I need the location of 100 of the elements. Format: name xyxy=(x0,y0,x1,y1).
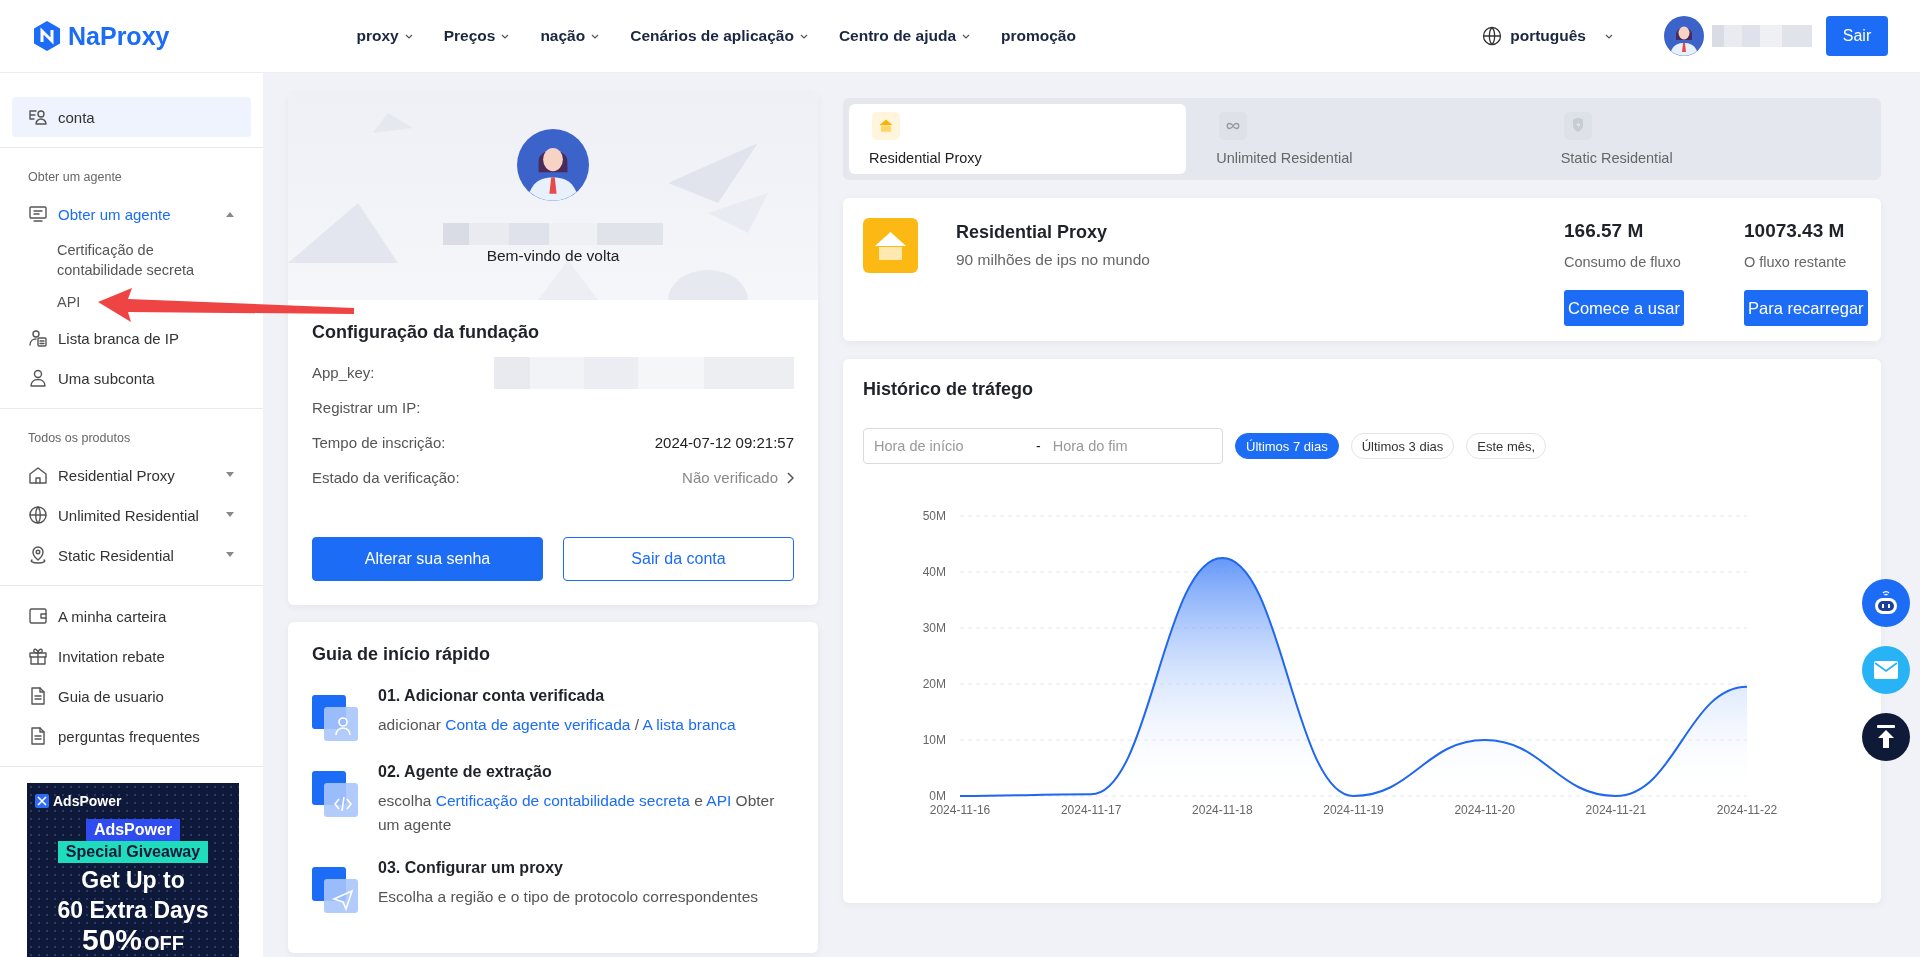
section-title: Histórico de tráfego xyxy=(863,379,1035,400)
chatbot-button[interactable] xyxy=(1862,579,1910,627)
axis-label: 20M xyxy=(922,677,946,691)
promo-headline: 60 Extra Days xyxy=(57,897,209,923)
sidebar-item[interactable]: Residential Proxy xyxy=(12,455,251,495)
sidebar-item[interactable]: Static Residential xyxy=(12,535,251,575)
discount-suffix: OFF xyxy=(144,932,184,955)
step-title: 02. Agente de extração xyxy=(378,763,553,781)
step-title: 01. Adicionar conta verificada xyxy=(378,687,606,705)
avatar-icon xyxy=(517,129,589,201)
logo-text[interactable]: NaProxy xyxy=(68,21,170,51)
axis-label: 40M xyxy=(922,565,946,579)
caret-down-icon xyxy=(225,471,235,479)
house-icon xyxy=(863,218,918,273)
end-time-field[interactable]: Hora do fim xyxy=(1050,437,1205,455)
status-link[interactable]: Não verificado xyxy=(682,469,794,486)
product-title: Residential Proxy xyxy=(956,222,1109,243)
sidebar-item[interactable]: perguntas frequentes xyxy=(12,716,251,756)
nav-link[interactable]: Cenários de aplicação xyxy=(630,27,809,45)
sidebar-item[interactable]: Uma subconta xyxy=(12,358,251,398)
section-title: Guia de início rápido xyxy=(312,644,492,665)
logo-icon xyxy=(32,20,62,52)
sidebar-subitem[interactable]: Certificação de contabilidade secreta xyxy=(47,234,227,286)
caret-down-icon xyxy=(225,511,235,519)
ad-banner[interactable]: AdsPower AdsPower Special Giveaway Get Up to 60 Extra Days 50%OFF xyxy=(27,783,239,957)
field-label: App_key: xyxy=(312,364,375,381)
caret-down-icon xyxy=(225,551,235,559)
axis-label: 2024-11-17 xyxy=(1060,803,1122,817)
product-tab[interactable]: Static Residential xyxy=(1540,104,1875,174)
sidebar-item[interactable]: Obter um agente xyxy=(12,194,251,234)
nav-link[interactable]: promoção xyxy=(1001,27,1076,45)
promo-tagline: Special Giveaway xyxy=(57,841,209,863)
axis-label: 2024-11-22 xyxy=(1716,803,1778,817)
paper-plane-icon xyxy=(312,867,358,913)
brand-logo-icon xyxy=(35,794,49,808)
sidebar-item[interactable]: Lista branca de IP xyxy=(12,318,251,358)
date-preset-chip[interactable]: Este mês, xyxy=(1466,433,1547,459)
axis-label: 0M xyxy=(929,789,946,803)
code-icon xyxy=(312,771,358,817)
step-title: 03. Configurar um proxy xyxy=(378,859,564,877)
field-value: 2024-07-12 09:21:57 xyxy=(654,434,794,451)
link[interactable]: API xyxy=(706,792,732,809)
action-button[interactable]: Para recarregar xyxy=(1744,290,1868,326)
date-preset-chip[interactable]: Últimos 7 dias xyxy=(1235,433,1339,459)
stat-value: 166.57 M xyxy=(1564,220,1644,242)
sidebar-item[interactable]: Invitation rebate xyxy=(12,636,251,676)
section-title: Configuração da fundação xyxy=(312,322,541,343)
wallet-icon xyxy=(28,606,48,626)
step-description: escolha Certificação de contabilidade secreta e API Obter um agente xyxy=(378,791,776,835)
chevron-right-icon xyxy=(786,471,794,484)
robot-icon xyxy=(1872,590,1900,616)
axis-label: 2024-11-19 xyxy=(1323,803,1384,817)
date-preset-chip[interactable]: Últimos 3 dias xyxy=(1350,433,1455,459)
field-label: Tempo de inscrição: xyxy=(312,434,446,451)
nav-link[interactable]: Preços xyxy=(443,27,511,45)
stat-label: O fluxo restante xyxy=(1744,254,1847,270)
section-heading: Obter um agente xyxy=(27,169,123,186)
logout-button[interactable]: Sair da conta xyxy=(563,537,794,581)
avatar-icon xyxy=(1664,16,1704,56)
nav-link[interactable]: Centro de ajuda xyxy=(838,27,971,45)
link[interactable]: Conta de agente verificada xyxy=(445,716,631,733)
section-heading: Todos os produtos xyxy=(27,430,132,447)
discount-text: 50% xyxy=(81,923,142,957)
axis-label: 2024-11-18 xyxy=(1192,803,1253,817)
back-to-top-button[interactable] xyxy=(1862,713,1910,761)
arrow-up-icon xyxy=(1874,724,1898,750)
welcome-text: Bem-vindo de volta xyxy=(486,247,620,265)
brand-name: AdsPower xyxy=(53,793,122,809)
promo-headline: Get Up to xyxy=(81,867,185,893)
range-separator: - xyxy=(1036,438,1041,454)
nav-link[interactable]: nação xyxy=(540,27,601,45)
envelope-icon xyxy=(1873,660,1899,680)
language-selector[interactable]: português xyxy=(1482,26,1614,46)
caret-up-icon xyxy=(225,210,235,218)
link[interactable]: A lista branca xyxy=(642,716,736,733)
step-description: Escolha a região e o tipo de protocolo correspondentes xyxy=(378,887,759,907)
product-tab[interactable]: Residential Proxy xyxy=(849,104,1187,174)
user-icon xyxy=(312,695,358,741)
nav-link[interactable]: proxy xyxy=(356,27,414,45)
link[interactable]: Certificação de contabilidade secreta xyxy=(435,792,690,809)
stat-value: 10073.43 M xyxy=(1744,220,1845,242)
gift-icon xyxy=(28,646,48,666)
logout-button[interactable]: Sair xyxy=(1826,16,1888,56)
sidebar-item[interactable]: Unlimited Residential xyxy=(12,495,251,535)
sidebar-item[interactable]: Guia de usuario xyxy=(12,676,251,716)
change-password-button[interactable]: Alterar sua senha xyxy=(312,537,543,581)
promo-badge: AdsPower xyxy=(85,819,181,841)
sidebar-subitem[interactable]: API xyxy=(47,286,81,318)
product-tab[interactable]: Unlimited Residential xyxy=(1196,104,1531,174)
document-icon xyxy=(28,686,48,706)
axis-label: 30M xyxy=(922,621,946,635)
globe-icon xyxy=(1482,26,1503,46)
start-time-field[interactable]: Hora de início xyxy=(872,437,1026,455)
house-icon xyxy=(869,112,903,140)
sidebar-item[interactable]: conta xyxy=(12,97,251,137)
sidebar-item[interactable]: A minha carteira xyxy=(12,596,251,636)
document-icon xyxy=(28,726,48,746)
action-button[interactable]: Comece a usar xyxy=(1564,290,1684,326)
axis-label: 10M xyxy=(922,733,946,747)
axis-label: 50M xyxy=(922,509,946,523)
